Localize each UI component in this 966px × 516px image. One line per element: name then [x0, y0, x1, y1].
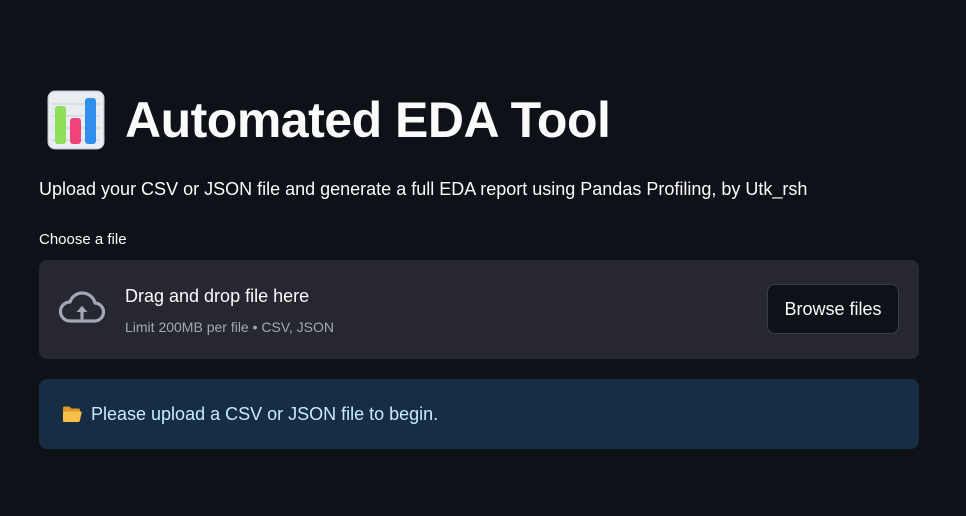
open-folder-icon: [63, 406, 82, 422]
info-message: Please upload a CSV or JSON file to begi…: [91, 404, 439, 424]
dropzone-limits: Limit 200MB per file • CSV, JSON: [125, 319, 335, 335]
bar-chart-emoji-icon: [47, 90, 105, 150]
browse-files-button[interactable]: Browse files: [767, 284, 899, 334]
file-uploader-label: Choose a file: [39, 231, 127, 248]
app-page: Automated EDA Tool Upload your CSV or JS…: [0, 0, 966, 516]
info-alert: Please upload a CSV or JSON file to begi…: [39, 379, 919, 449]
file-dropzone[interactable]: Drag and drop file here Limit 200MB per …: [39, 260, 919, 359]
cloud-upload-icon: [58, 291, 106, 323]
dropzone-instruction: Drag and drop file here: [125, 286, 310, 306]
title-row: Automated EDA Tool: [47, 86, 611, 154]
page-description: Upload your CSV or JSON file and generat…: [39, 179, 808, 199]
page-title: Automated EDA Tool: [125, 92, 611, 148]
